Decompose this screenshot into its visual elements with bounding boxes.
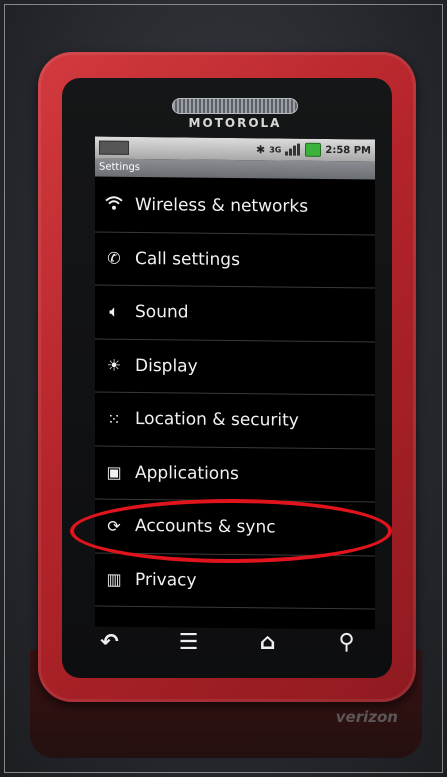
signal-icon — [285, 143, 301, 156]
menu-item-label: Location & security — [135, 409, 299, 431]
menu-icon[interactable]: ☰ — [169, 630, 209, 655]
menu-item-label: Sound — [135, 302, 189, 323]
menu-item-call-settings[interactable]: ✆ Call settings — [95, 232, 375, 289]
brand-logo: MOTOROLA — [188, 116, 282, 130]
menu-item-sound[interactable]: 🔈︎ Sound — [95, 285, 375, 342]
menu-item-display[interactable]: ☀ Display — [95, 339, 375, 396]
hardware-nav-bar: ↶ ☰ ⌂ ⚲ — [70, 620, 386, 664]
privacy-icon: ▥ — [106, 569, 122, 590]
back-icon[interactable]: ↶ — [90, 630, 130, 655]
red-circle-annotation — [70, 499, 392, 563]
notification-icon — [99, 140, 129, 155]
status-clock: 2:58 PM — [325, 144, 371, 156]
menu-item-label: Wireless & networks — [135, 195, 309, 218]
phone-icon: ✆ — [107, 248, 121, 269]
carrier-logo: verizon — [335, 708, 398, 726]
bluetooth-icon: ✱ — [256, 142, 266, 156]
battery-icon — [305, 142, 322, 157]
wifi-icon — [103, 195, 125, 215]
menu-item-wireless[interactable]: Wireless & networks — [95, 178, 375, 235]
menu-item-label: Applications — [135, 462, 239, 484]
menu-item-label: Privacy — [135, 569, 197, 591]
status-bar: ✱ 3G 2:58 PM — [95, 136, 375, 162]
grid-lock-icon: ⁙ — [107, 409, 121, 429]
brightness-icon: ☀ — [106, 355, 122, 376]
menu-item-label: Display — [135, 355, 198, 377]
home-icon[interactable]: ⌂ — [248, 630, 288, 655]
earpiece-speaker — [172, 98, 298, 114]
menu-item-label: Call settings — [135, 248, 240, 270]
speaker-icon: 🔈︎ — [109, 301, 119, 322]
network-type: 3G — [269, 144, 282, 154]
applications-icon: ▣ — [106, 462, 122, 483]
menu-item-location-security[interactable]: ⁙ Location & security — [95, 392, 375, 449]
screen-title: Settings — [95, 158, 375, 180]
search-icon[interactable]: ⚲ — [327, 630, 367, 655]
menu-item-applications[interactable]: ▣ Applications — [95, 446, 375, 503]
